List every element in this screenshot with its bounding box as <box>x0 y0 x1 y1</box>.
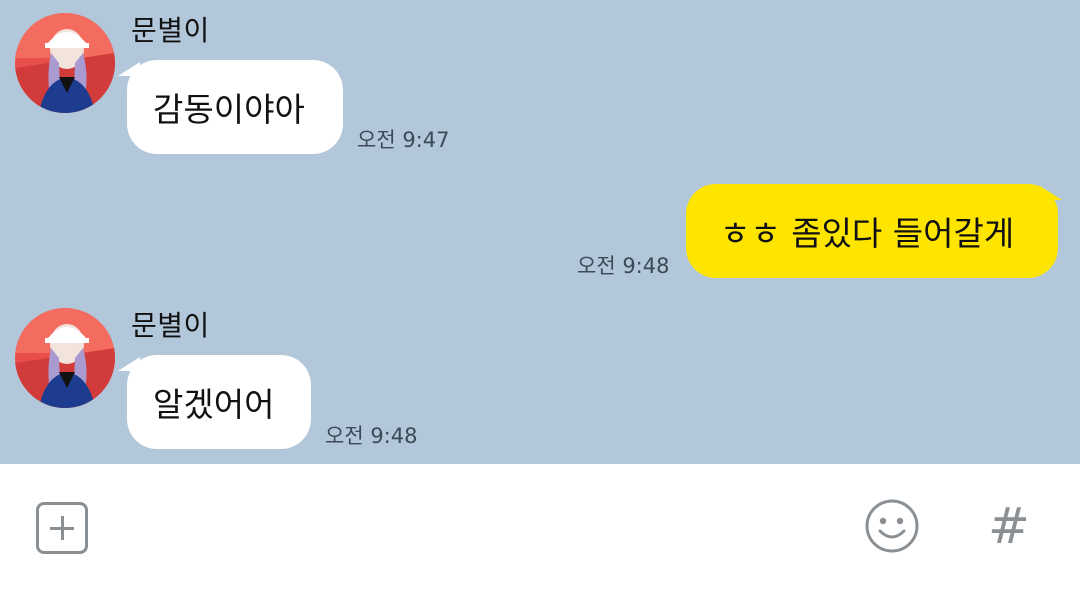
message-time: 오전 9:47 <box>357 128 450 152</box>
avatar[interactable] <box>15 308 115 408</box>
message-text: ㅎㅎ 좀있다 들어갈게 <box>720 214 1015 253</box>
avatar[interactable] <box>15 13 115 113</box>
plus-vertical-stroke <box>61 516 64 540</box>
bubble-tail <box>1040 186 1062 200</box>
message-bubble[interactable]: 감동이야아 <box>127 60 343 154</box>
message-text: 감동이야아 <box>153 90 305 129</box>
message-time: 오전 9:48 <box>577 254 670 278</box>
message-time: 오전 9:48 <box>325 424 418 448</box>
message-bubble[interactable]: 알겠어어 <box>127 355 311 449</box>
input-bar: # <box>0 464 1080 590</box>
sender-name: 문별이 <box>131 14 210 47</box>
plus-square-icon[interactable] <box>36 502 88 554</box>
chat-area[interactable]: 문별이 감동이야아 오전 9:47 오전 9:48 ㅎㅎ 좀있다 들어갈게 문별… <box>0 0 1080 464</box>
message-text: 알겠어어 <box>153 385 275 424</box>
hashtag-icon[interactable]: # <box>986 498 1032 554</box>
sender-name: 문별이 <box>131 309 210 342</box>
smile-icon[interactable] <box>864 498 920 554</box>
message-bubble[interactable]: ㅎㅎ 좀있다 들어갈게 <box>686 184 1058 278</box>
